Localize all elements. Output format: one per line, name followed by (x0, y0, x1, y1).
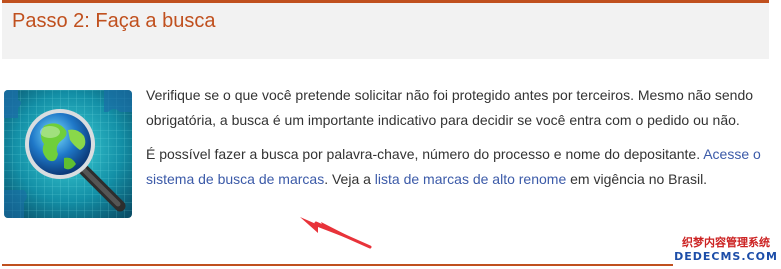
paragraph-intro: Verifique se o que você pretende solicit… (146, 87, 754, 128)
description-text: Verifique se o que você pretende solicit… (146, 83, 762, 201)
paragraph-search-text-before: É possível fazer a busca por palavra-cha… (146, 146, 704, 162)
watermark-line-1: 织梦内容管理系统 (682, 236, 770, 249)
section-header: Passo 2: Faça a busca (2, 0, 769, 59)
section-title: Passo 2: Faça a busca (12, 10, 216, 32)
high-renown-list-link[interactable]: lista de marcas de alto renome (375, 171, 566, 187)
section-divider (2, 264, 769, 266)
paragraph-search: É possível fazer a busca por palavra-cha… (146, 142, 762, 192)
paragraph-search-text-after: em vigência no Brasil. (566, 171, 708, 187)
paragraph-search-text-middle: . Veja a (324, 171, 375, 187)
globe-magnifier-icon (4, 90, 132, 218)
watermark: 织梦内容管理系统 DEDECMS.COM (673, 236, 779, 266)
watermark-line-2: DEDECMS.COM (674, 250, 778, 263)
page: Passo 2: Faça a busca Verifique se o que… (0, 0, 781, 269)
